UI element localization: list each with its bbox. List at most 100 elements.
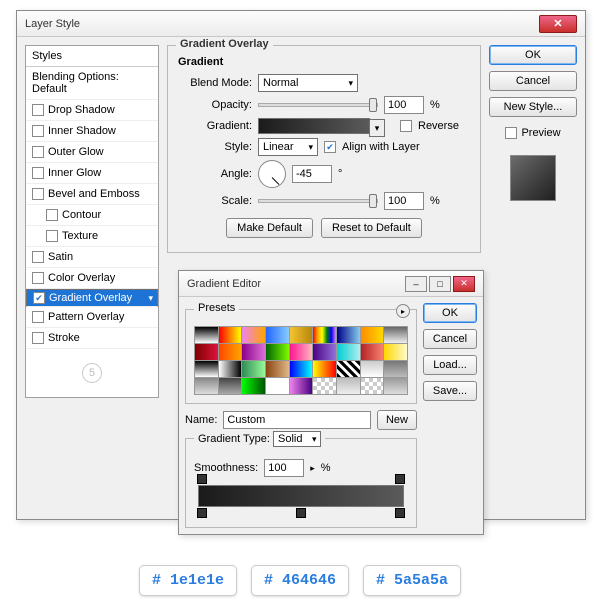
style-checkbox[interactable] [32, 167, 44, 179]
new-button[interactable]: New [377, 410, 417, 430]
preset-swatch[interactable] [266, 344, 289, 360]
preset-swatch[interactable] [337, 344, 360, 360]
preset-swatch[interactable] [384, 327, 407, 343]
preset-swatch[interactable] [219, 344, 242, 360]
preset-swatch[interactable] [337, 327, 360, 343]
style-pattern-overlay[interactable]: Pattern Overlay [26, 307, 158, 328]
preset-swatch[interactable] [266, 327, 289, 343]
preview-checkbox[interactable] [505, 127, 517, 139]
style-texture[interactable]: Texture [26, 226, 158, 247]
angle-dial[interactable] [258, 160, 286, 188]
style-gradient-overlay[interactable]: ✔Gradient Overlay [26, 289, 158, 307]
style-drop-shadow[interactable]: Drop Shadow [26, 100, 158, 121]
style-checkbox[interactable] [32, 251, 44, 263]
style-bevel-and-emboss[interactable]: Bevel and Emboss [26, 184, 158, 205]
style-satin[interactable]: Satin [26, 247, 158, 268]
preset-swatch[interactable] [266, 361, 289, 377]
color-stop[interactable] [296, 508, 306, 518]
style-checkbox[interactable] [32, 125, 44, 137]
style-checkbox[interactable]: ✔ [33, 292, 45, 304]
preset-swatch[interactable] [384, 361, 407, 377]
preset-swatch[interactable] [242, 378, 265, 394]
preset-swatch[interactable] [384, 378, 407, 394]
load-button[interactable]: Load... [423, 355, 477, 375]
style-inner-shadow[interactable]: Inner Shadow [26, 121, 158, 142]
reset-default-button[interactable]: Reset to Default [321, 218, 422, 238]
style-color-overlay[interactable]: Color Overlay [26, 268, 158, 289]
gtype-select[interactable]: Solid [273, 431, 321, 447]
opacity-slider[interactable] [258, 103, 378, 107]
make-default-button[interactable]: Make Default [226, 218, 313, 238]
preset-swatch[interactable] [313, 327, 336, 343]
minimize-icon[interactable]: – [405, 276, 427, 292]
blend-mode-select[interactable]: Normal [258, 74, 358, 92]
preset-grid[interactable] [194, 326, 408, 395]
style-stroke[interactable]: Stroke [26, 328, 158, 349]
scale-input[interactable]: 100 [384, 192, 424, 210]
preset-swatch[interactable] [242, 344, 265, 360]
preset-swatch[interactable] [337, 378, 360, 394]
preset-swatch[interactable] [266, 378, 289, 394]
style-checkbox[interactable] [32, 332, 44, 344]
style-checkbox[interactable] [32, 188, 44, 200]
preset-swatch[interactable] [313, 378, 336, 394]
ge-cancel-button[interactable]: Cancel [423, 329, 477, 349]
opacity-stop[interactable] [395, 474, 405, 484]
style-inner-glow[interactable]: Inner Glow [26, 163, 158, 184]
preset-swatch[interactable] [361, 327, 384, 343]
ok-button[interactable]: OK [489, 45, 577, 65]
close-icon[interactable]: ✕ [539, 15, 577, 33]
align-checkbox[interactable]: ✔ [324, 141, 336, 153]
ge-ok-button[interactable]: OK [423, 303, 477, 323]
preset-swatch[interactable] [195, 361, 218, 377]
styles-header[interactable]: Styles [26, 46, 158, 67]
style-contour[interactable]: Contour [26, 205, 158, 226]
gradient-picker[interactable] [258, 118, 370, 134]
preset-swatch[interactable] [242, 327, 265, 343]
name-input[interactable]: Custom [223, 411, 371, 429]
maximize-icon[interactable]: □ [429, 276, 451, 292]
reverse-checkbox[interactable] [400, 120, 412, 132]
new-style-button[interactable]: New Style... [489, 97, 577, 117]
scale-slider[interactable] [258, 199, 378, 203]
angle-input[interactable]: -45 [292, 165, 332, 183]
style-checkbox[interactable] [46, 209, 58, 221]
preset-swatch[interactable] [361, 361, 384, 377]
style-checkbox[interactable] [32, 311, 44, 323]
opacity-input[interactable]: 100 [384, 96, 424, 114]
style-checkbox[interactable] [32, 146, 44, 158]
preset-swatch[interactable] [290, 378, 313, 394]
presets-menu-icon[interactable]: ▸ [396, 304, 410, 318]
blending-options[interactable]: Blending Options: Default [26, 67, 158, 100]
hex-label: # 464646 [251, 565, 349, 596]
preset-swatch[interactable] [313, 344, 336, 360]
preset-swatch[interactable] [195, 378, 218, 394]
preset-swatch[interactable] [290, 327, 313, 343]
color-stop[interactable] [395, 508, 405, 518]
preset-swatch[interactable] [290, 344, 313, 360]
style-checkbox[interactable] [32, 272, 44, 284]
preset-swatch[interactable] [361, 378, 384, 394]
preset-swatch[interactable] [290, 361, 313, 377]
preset-swatch[interactable] [337, 361, 360, 377]
preset-swatch[interactable] [361, 344, 384, 360]
preset-swatch[interactable] [195, 344, 218, 360]
preset-swatch[interactable] [195, 327, 218, 343]
style-checkbox[interactable] [46, 230, 58, 242]
preset-swatch[interactable] [219, 378, 242, 394]
cancel-button[interactable]: Cancel [489, 71, 577, 91]
style-outer-glow[interactable]: Outer Glow [26, 142, 158, 163]
opacity-stop[interactable] [197, 474, 207, 484]
save-button[interactable]: Save... [423, 381, 477, 401]
close-icon[interactable]: ✕ [453, 276, 475, 292]
preset-swatch[interactable] [219, 327, 242, 343]
style-checkbox[interactable] [32, 104, 44, 116]
gradient-bar[interactable] [198, 485, 404, 507]
preset-swatch[interactable] [384, 344, 407, 360]
preset-swatch[interactable] [242, 361, 265, 377]
color-stop[interactable] [197, 508, 207, 518]
style-select[interactable]: Linear [258, 138, 318, 156]
smoothness-input[interactable]: 100 [264, 459, 304, 477]
preset-swatch[interactable] [219, 361, 242, 377]
preset-swatch[interactable] [313, 361, 336, 377]
